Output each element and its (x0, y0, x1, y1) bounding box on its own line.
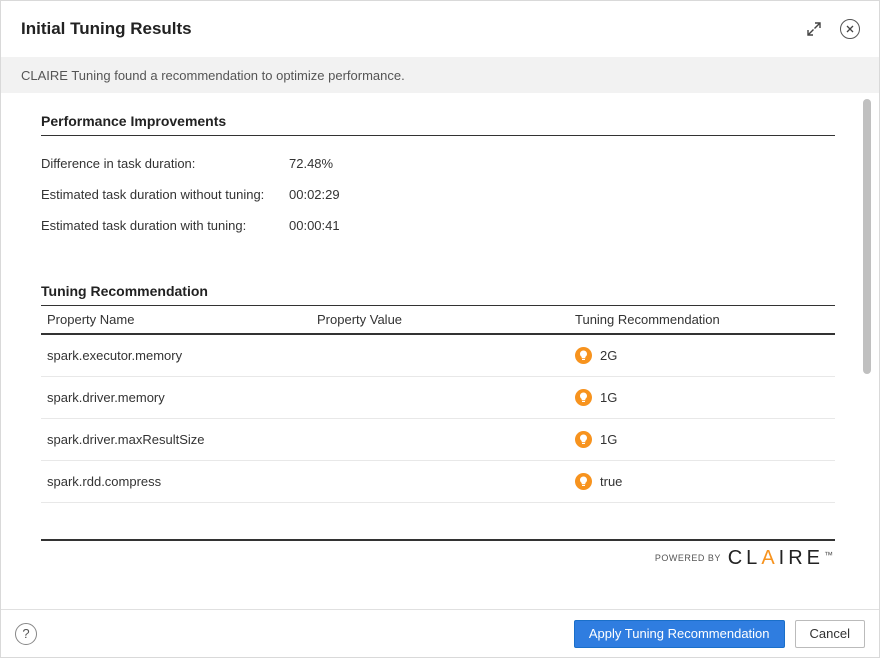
dialog-title: Initial Tuning Results (21, 19, 803, 39)
section-rule (41, 539, 835, 541)
perf-value: 72.48% (289, 156, 333, 171)
lightbulb-icon (575, 431, 592, 448)
cell-name: spark.executor.memory (47, 348, 317, 363)
perf-section-title: Performance Improvements (41, 113, 835, 129)
apply-button[interactable]: Apply Tuning Recommendation (574, 620, 785, 648)
col-header-reco: Tuning Recommendation (575, 312, 829, 327)
expand-icon[interactable] (803, 18, 825, 40)
claire-logo: CLAIRE™ (728, 547, 833, 569)
perf-label: Difference in task duration: (41, 156, 289, 171)
cancel-button[interactable]: Cancel (795, 620, 865, 648)
subheader-text: CLAIRE Tuning found a recommendation to … (21, 68, 405, 83)
cell-name: spark.rdd.compress (47, 474, 317, 489)
cell-reco: 2G (575, 347, 829, 364)
perf-value: 00:02:29 (289, 187, 340, 202)
perf-row: Estimated task duration without tuning: … (41, 187, 835, 202)
reco-section-title: Tuning Recommendation (41, 283, 835, 299)
perf-label: Estimated task duration with tuning: (41, 218, 289, 233)
reco-value: 1G (600, 432, 617, 447)
cell-name: spark.driver.memory (47, 390, 317, 405)
help-icon[interactable]: ? (15, 623, 37, 645)
col-header-value: Property Value (317, 312, 575, 327)
scrollbar-thumb[interactable] (863, 99, 871, 374)
dialog-subheader: CLAIRE Tuning found a recommendation to … (1, 57, 879, 93)
dialog-header: Initial Tuning Results (1, 1, 879, 57)
reco-table: Property Name Property Value Tuning Reco… (41, 305, 835, 503)
cell-reco: true (575, 473, 829, 490)
table-row: spark.executor.memory 2G (41, 335, 835, 377)
dialog-footer: ? Apply Tuning Recommendation Cancel (1, 609, 879, 657)
cell-reco: 1G (575, 431, 829, 448)
table-row: spark.driver.maxResultSize 1G (41, 419, 835, 461)
reco-value: 1G (600, 390, 617, 405)
content-wrap: Performance Improvements Difference in t… (1, 93, 879, 609)
scrollbar[interactable] (863, 99, 871, 609)
col-header-name: Property Name (47, 312, 317, 327)
perf-row: Difference in task duration: 72.48% (41, 156, 835, 171)
perf-label: Estimated task duration without tuning: (41, 187, 289, 202)
powered-by: POWERED BY CLAIRE™ (41, 547, 835, 570)
table-row: spark.rdd.compress true (41, 461, 835, 503)
lightbulb-icon (575, 389, 592, 406)
perf-row: Estimated task duration with tuning: 00:… (41, 218, 835, 233)
reco-value: 2G (600, 348, 617, 363)
lightbulb-icon (575, 347, 592, 364)
table-header: Property Name Property Value Tuning Reco… (41, 305, 835, 335)
dialog: Initial Tuning Results CLAIRE Tuning fou… (0, 0, 880, 658)
section-rule (41, 135, 835, 136)
cell-name: spark.driver.maxResultSize (47, 432, 317, 447)
perf-value: 00:00:41 (289, 218, 340, 233)
close-icon[interactable] (839, 18, 861, 40)
header-icons (803, 18, 861, 40)
lightbulb-icon (575, 473, 592, 490)
table-row: spark.driver.memory 1G (41, 377, 835, 419)
cell-reco: 1G (575, 389, 829, 406)
reco-value: true (600, 474, 622, 489)
content: Performance Improvements Difference in t… (5, 97, 871, 609)
powered-by-label: POWERED BY (655, 553, 721, 563)
